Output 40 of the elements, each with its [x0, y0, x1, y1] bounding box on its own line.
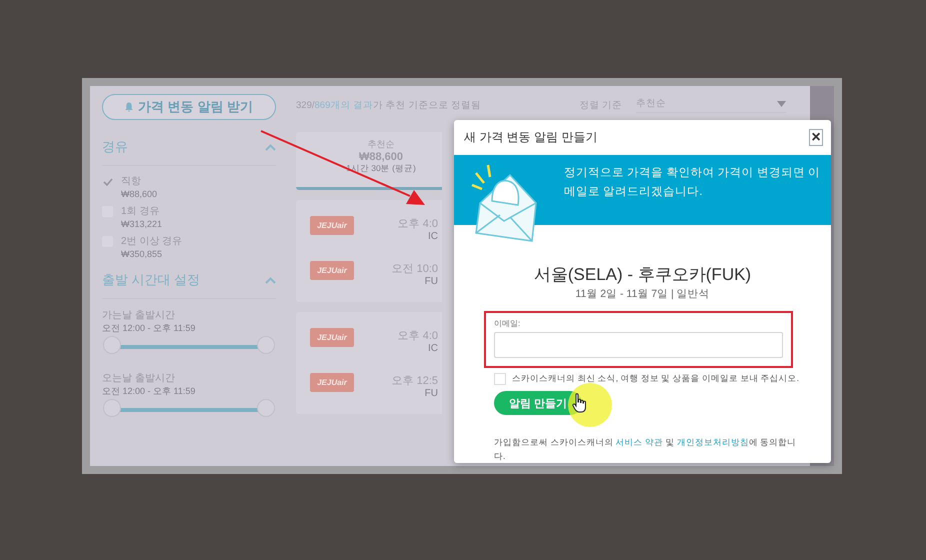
time-range: 오전 12:00 - 오후 11:59 [102, 385, 196, 398]
airline-logo: JEJUair [310, 260, 354, 280]
slider-thumb[interactable] [257, 399, 275, 417]
banner-text: 정기적으로 가격을 확인하여 가격이 변경되면 이메일로 알려드리겠습니다. [564, 166, 821, 200]
alert-button[interactable]: 가격 변동 알림 받기 [102, 94, 276, 120]
option-price: ₩88,600 [121, 189, 158, 199]
consent-label: 스카이스캐너의 최신 소식, 여행 정보 및 상품을 이메일로 보내 주십시오. [512, 373, 799, 385]
checkbox[interactable] [102, 176, 113, 187]
tab-duration: 1시간 30분 (평균) [346, 163, 416, 175]
airport-code: FU [424, 276, 438, 286]
cursor-highlight [568, 383, 612, 427]
dialog-title: 새 가격 변동 알림 만들기 [464, 129, 598, 146]
airline-logo: JEJUair [310, 372, 354, 392]
hand-cursor-icon [572, 393, 588, 413]
email-label: 이메일: [494, 318, 522, 329]
section-title: 경유 [102, 138, 128, 156]
airport-code: IC [428, 230, 438, 242]
slider-thumb[interactable] [103, 399, 121, 417]
email-field[interactable] [494, 332, 783, 358]
collapse-icon[interactable] [265, 144, 276, 150]
terms-link[interactable]: 서비스 약관 [616, 437, 664, 447]
collapse-icon[interactable] [265, 276, 276, 284]
privacy-link[interactable]: 개인정보처리방침 [676, 437, 749, 447]
bell-icon [125, 102, 134, 112]
airline-logo: JEJUair [310, 328, 354, 346]
caret-icon [777, 100, 786, 106]
close-button[interactable]: × [809, 129, 823, 146]
airline-logo: JEJUair [310, 216, 354, 234]
airport-code: FU [424, 388, 438, 398]
time-range: 오전 12:00 - 오후 11:59 [102, 322, 196, 335]
airport-code: IC [428, 342, 438, 354]
terms-text: 가입함으로써 스카이스캐너의 서비스 약관 및 개인정보처리방침 에 동의합니다. [494, 436, 798, 463]
option-price: ₩313,221 [121, 219, 162, 229]
option-price: ₩350,855 [121, 249, 164, 259]
slider-thumb[interactable] [257, 336, 275, 354]
route-title: 서울(SELA) - 후쿠오카(FUK) [532, 264, 752, 286]
slider-thumb[interactable] [103, 336, 121, 354]
trip-dates: 11월 2일 - 11월 7일 | 일반석 [574, 287, 711, 301]
results-link[interactable]: 869개의 결과 [314, 100, 373, 110]
section-title: 출발 시간대 설정 [102, 271, 200, 289]
